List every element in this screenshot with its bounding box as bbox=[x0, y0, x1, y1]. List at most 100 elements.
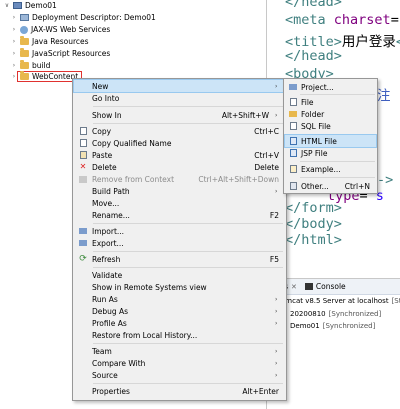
menu-item-shortcut: F5 bbox=[269, 254, 279, 264]
menu-item-source[interactable]: Source › bbox=[74, 369, 285, 381]
file-icon bbox=[285, 98, 301, 106]
code-line: <title>用户登录</ bbox=[285, 30, 400, 50]
copy-icon bbox=[74, 127, 92, 135]
submenu-item-label: Example... bbox=[301, 164, 341, 174]
menu-item-build-path[interactable]: Build Path › bbox=[74, 185, 285, 197]
submenu-arrow-icon: › bbox=[275, 295, 278, 303]
tab-console[interactable]: Console bbox=[301, 282, 350, 291]
tree-item-label: JAX-WS Web Services bbox=[31, 25, 111, 34]
jsp-file-icon bbox=[285, 149, 301, 157]
tree-item-jax-ws[interactable]: › JAX-WS Web Services bbox=[10, 24, 111, 35]
menu-item-properties[interactable]: Properties Alt+Enter bbox=[74, 385, 285, 397]
javascript-resources-icon bbox=[20, 48, 29, 57]
menu-item-validate[interactable]: Validate bbox=[74, 269, 285, 281]
menu-item-shortcut: Ctrl+C bbox=[254, 126, 279, 136]
server-status: [Synchronized] bbox=[322, 321, 376, 330]
menu-item-import[interactable]: Import... bbox=[74, 225, 285, 237]
menu-item-new[interactable]: New › bbox=[73, 79, 286, 93]
menu-item-label: Copy Qualified Name bbox=[92, 138, 172, 148]
eq-text: = bbox=[390, 12, 399, 28]
menu-item-label: Show In bbox=[92, 110, 122, 120]
tree-item-demo01[interactable]: ∨ Demo01 bbox=[3, 0, 57, 11]
submenu-arrow-icon: › bbox=[275, 359, 278, 367]
menu-item-copy[interactable]: Copy Ctrl+C bbox=[74, 125, 285, 137]
menu-item-remove-from-context[interactable]: Remove from Context Ctrl+Alt+Shift+Down bbox=[74, 173, 285, 185]
tree-item-javascript-resources[interactable]: › JavaScript Resources bbox=[10, 48, 110, 59]
menu-item-go-into[interactable]: Go Into bbox=[74, 92, 285, 104]
menu-item-copy-qualified-name[interactable]: Copy Qualified Name bbox=[74, 137, 285, 149]
menu-item-label: Paste bbox=[92, 150, 113, 160]
attr-text: charset bbox=[333, 12, 391, 28]
submenu-item-folder[interactable]: Folder bbox=[285, 108, 376, 120]
tree-item-label: Deployment Descriptor: Demo01 bbox=[32, 13, 156, 22]
menu-item-run-as[interactable]: Run As › bbox=[74, 293, 285, 305]
menu-item-export[interactable]: Export... bbox=[74, 237, 285, 249]
menu-separator bbox=[300, 177, 375, 178]
menu-item-delete[interactable]: ✕ Delete Delete bbox=[74, 161, 285, 173]
webservice-icon bbox=[20, 25, 28, 34]
menu-item-move[interactable]: Move... bbox=[74, 197, 285, 209]
code-line: </head> bbox=[285, 0, 342, 10]
collapse-twisty-icon[interactable]: › bbox=[10, 62, 18, 69]
menu-item-label: Show in Remote Systems view bbox=[92, 282, 207, 292]
menu-item-debug-as[interactable]: Debug As › bbox=[74, 305, 285, 317]
menu-item-label: Remove from Context bbox=[92, 174, 175, 184]
tree-item-label: Java Resources bbox=[32, 37, 89, 46]
tag-text: </ bbox=[396, 34, 400, 50]
submenu-item-jsp-file[interactable]: JSP File bbox=[285, 147, 376, 159]
submenu-item-label: SQL File bbox=[301, 121, 331, 131]
tree-item-deployment-descriptor[interactable]: › Deployment Descriptor: Demo01 bbox=[10, 12, 156, 23]
menu-separator bbox=[93, 267, 283, 268]
collapse-twisty-icon[interactable]: › bbox=[10, 26, 18, 33]
submenu-arrow-icon: › bbox=[275, 319, 278, 327]
submenu-item-example[interactable]: Example... bbox=[285, 163, 376, 175]
menu-item-label: Move... bbox=[92, 198, 120, 208]
collapse-twisty-icon[interactable]: › bbox=[10, 14, 18, 21]
tree-item-label: Demo01 bbox=[25, 1, 57, 10]
menu-item-rename[interactable]: Rename... F2 bbox=[74, 209, 285, 221]
submenu-item-label: Other... bbox=[301, 181, 329, 191]
expand-twisty-icon[interactable]: ∨ bbox=[3, 2, 11, 9]
menu-separator bbox=[93, 223, 283, 224]
menu-item-team[interactable]: Team › bbox=[74, 345, 285, 357]
submenu-item-label: HTML File bbox=[301, 136, 337, 146]
submenu-item-html-file[interactable]: HTML File bbox=[284, 134, 377, 148]
collapse-twisty-icon[interactable]: › bbox=[10, 38, 18, 45]
menu-item-label: Delete bbox=[92, 162, 117, 172]
server-row[interactable]: 20200810 [Synchronized] bbox=[277, 308, 381, 319]
menu-item-label: Rename... bbox=[92, 210, 130, 220]
submenu-item-file[interactable]: File bbox=[285, 96, 376, 108]
new-submenu: Project... File Folder SQL File HTML Fil… bbox=[283, 78, 378, 194]
submenu-item-sql-file[interactable]: SQL File bbox=[285, 120, 376, 132]
code-line: <meta charset="U bbox=[285, 12, 400, 30]
folder-icon bbox=[20, 60, 29, 69]
submenu-item-other[interactable]: Other... Ctrl+N bbox=[285, 180, 376, 192]
close-icon[interactable]: ✕ bbox=[291, 283, 297, 291]
console-icon bbox=[304, 283, 313, 290]
menu-item-shortcut: Ctrl+Alt+Shift+Down bbox=[198, 174, 279, 184]
collapse-twisty-icon[interactable]: › bbox=[10, 50, 18, 57]
tree-item-java-resources[interactable]: › Java Resources bbox=[10, 36, 89, 47]
menu-item-compare-with[interactable]: Compare With › bbox=[74, 357, 285, 369]
server-label: 20200810 bbox=[290, 309, 326, 318]
menu-item-refresh[interactable]: ⟳ Refresh F5 bbox=[74, 253, 285, 265]
menu-item-label: Profile As bbox=[92, 318, 127, 328]
tree-item-label: build bbox=[32, 61, 51, 70]
submenu-item-project[interactable]: Project... bbox=[285, 81, 376, 93]
server-row[interactable]: Demo01 [Synchronized] bbox=[277, 320, 375, 331]
menu-item-show-in[interactable]: Show In Alt+Shift+W › bbox=[74, 109, 285, 121]
menu-item-paste[interactable]: Paste Ctrl+V bbox=[74, 149, 285, 161]
code-line: </head> bbox=[285, 48, 342, 64]
server-row[interactable]: omcat v8.5 Server at localhost [Sta bbox=[281, 295, 400, 306]
delete-icon: ✕ bbox=[79, 162, 87, 171]
tab-label: Console bbox=[315, 282, 346, 291]
copy-icon bbox=[74, 139, 92, 147]
menu-item-show-in-remote-systems[interactable]: Show in Remote Systems view bbox=[74, 281, 285, 293]
menu-separator bbox=[93, 123, 283, 124]
menu-item-profile-as[interactable]: Profile As › bbox=[74, 317, 285, 329]
sql-file-icon bbox=[285, 122, 301, 130]
menu-item-restore-local-history[interactable]: Restore from Local History... bbox=[74, 329, 285, 341]
tag-text: <meta bbox=[285, 12, 334, 28]
code-line: </html> bbox=[285, 232, 342, 248]
tree-item-build[interactable]: › build bbox=[10, 60, 50, 71]
